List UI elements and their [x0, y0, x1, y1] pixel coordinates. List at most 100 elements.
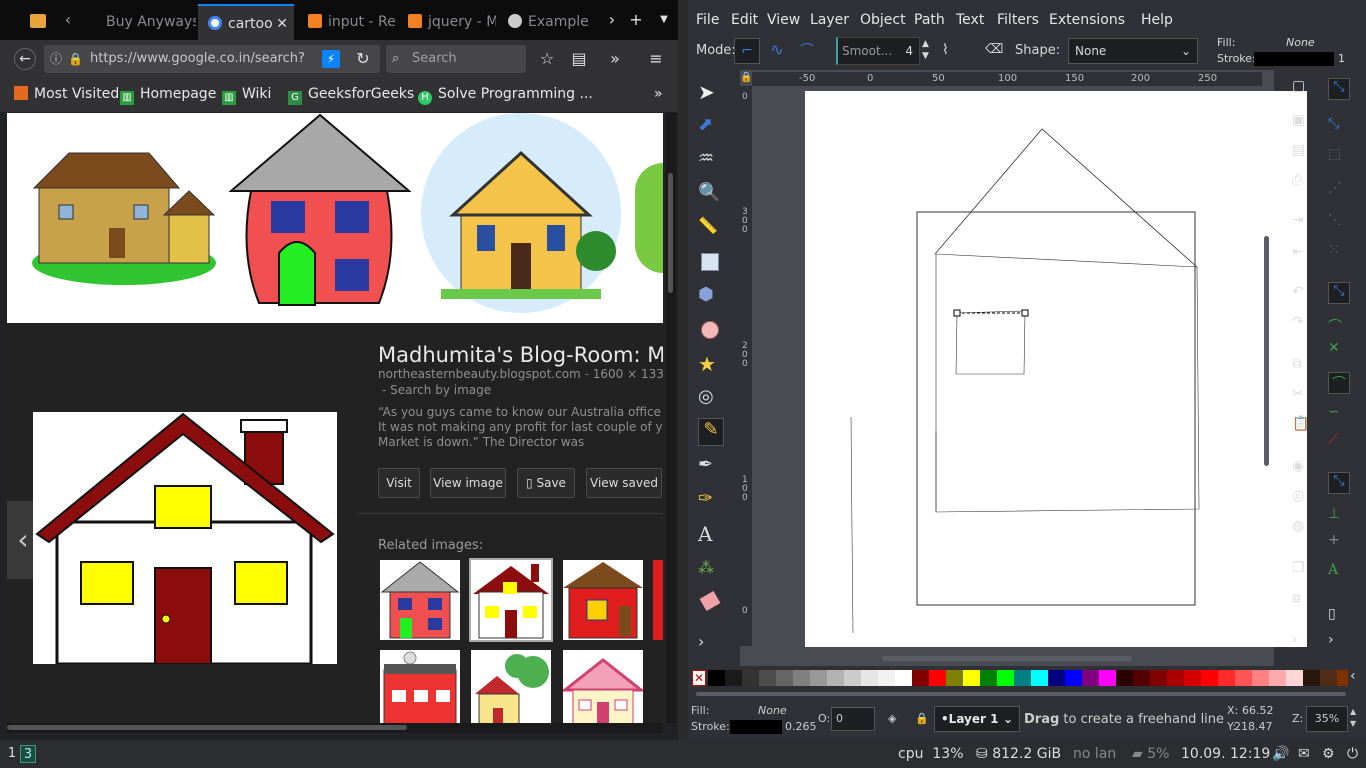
color-swatch[interactable] [1252, 670, 1269, 686]
freehand-line[interactable] [850, 416, 854, 634]
tab-cartoon[interactable]: cartoo ✕ [198, 4, 294, 40]
bookmark-solve-programming[interactable]: H Solve Programming ... [418, 86, 593, 105]
preview-image[interactable] [33, 412, 337, 666]
snap-midpoint-icon[interactable]: ⋱ [1328, 212, 1350, 234]
open-icon[interactable]: ▣ [1292, 112, 1314, 134]
vertical-scrollbar[interactable] [666, 113, 676, 723]
color-swatch[interactable] [844, 670, 861, 686]
opacity-input[interactable]: 0 [831, 707, 875, 731]
color-swatch[interactable] [1133, 670, 1150, 686]
related-image-4[interactable] [653, 560, 663, 640]
clear-x-icon[interactable]: ⌫ [985, 42, 1003, 57]
color-swatch[interactable] [1269, 670, 1286, 686]
bookmarks-overflow-icon[interactable]: » [654, 86, 663, 102]
node-handle[interactable] [953, 309, 961, 317]
menu-path[interactable]: Path [914, 12, 945, 28]
workspace-1[interactable]: 1 [4, 745, 20, 763]
color-swatch[interactable] [776, 670, 793, 686]
snap-nodes-icon[interactable]: ⤡ [1328, 282, 1350, 304]
no-paint-swatch[interactable]: ✕ [692, 670, 706, 686]
scroll-thumb[interactable] [1264, 236, 1269, 466]
scroll-thumb[interactable] [7, 725, 407, 730]
search-by-image-link[interactable]: - Search by image [382, 383, 491, 397]
commands-more-chevron-icon[interactable]: › [1292, 632, 1314, 654]
menu-filters[interactable]: Filters [997, 12, 1039, 28]
stroke-swatch[interactable] [730, 720, 782, 734]
related-image-3[interactable] [563, 560, 643, 640]
drawing-page[interactable] [805, 91, 1307, 647]
lock-guides-icon[interactable]: 🔒 [740, 72, 752, 86]
tab-input[interactable]: input - Re [298, 4, 396, 40]
color-swatch[interactable] [742, 670, 759, 686]
snap-toggle-icon[interactable]: ⤡ [1328, 78, 1350, 100]
hamburger-menu-icon[interactable]: ≡ [646, 49, 666, 69]
node-handle[interactable] [1021, 309, 1029, 317]
fill-value[interactable]: None [758, 704, 787, 717]
color-swatch[interactable] [1099, 670, 1116, 686]
canvas-area[interactable] [740, 70, 1307, 666]
paste-icon[interactable]: 📋 [1292, 416, 1314, 438]
rectangle-tool-icon[interactable] [698, 250, 722, 274]
color-swatch[interactable] [997, 670, 1014, 686]
overflow-chevron-icon[interactable]: » [606, 49, 624, 69]
3d-box-tool-icon[interactable]: ⬢ [698, 284, 722, 308]
result-image-2[interactable] [229, 113, 411, 313]
bookmark-most-visited[interactable]: Most Visited [14, 86, 119, 102]
smoothing-spinner-icon[interactable]: ▲ ▼ [922, 38, 929, 62]
color-swatch[interactable] [1218, 670, 1235, 686]
pen-tool-icon[interactable]: ✒ [698, 454, 722, 478]
color-swatch[interactable] [1065, 670, 1082, 686]
color-swatch[interactable] [1116, 670, 1133, 686]
related-image-2[interactable] [469, 558, 553, 642]
color-swatch[interactable] [861, 670, 878, 686]
clone-icon[interactable]: ⧈ [1292, 590, 1314, 612]
node-tool-icon[interactable]: ⬈ [698, 114, 722, 138]
snap-cusp-icon[interactable]: ⌒ [1328, 372, 1350, 394]
result-title[interactable]: Madhumita's Blog-Room: My [378, 343, 663, 367]
ellipse-tool-icon[interactable] [698, 318, 722, 342]
copy-icon[interactable]: ⧉ [1292, 356, 1314, 378]
power-icon[interactable]: ⏻ [1347, 746, 1358, 762]
horizontal-ruler[interactable]: -50 0 50 100 150 200 250 [752, 72, 1262, 86]
save-button[interactable]: ▯ Save [517, 468, 575, 498]
color-swatch[interactable] [1048, 670, 1065, 686]
color-swatch[interactable] [963, 670, 980, 686]
snap-path-icon[interactable]: ⌒ [1328, 316, 1350, 338]
scroll-thumb[interactable] [668, 173, 673, 293]
color-swatch[interactable] [1031, 670, 1048, 686]
menu-text[interactable]: Text [956, 12, 984, 28]
shape-select[interactable]: None ⌄ [1068, 38, 1198, 64]
color-swatch[interactable] [1082, 670, 1099, 686]
drawing-canvas[interactable] [805, 91, 1307, 647]
related-image-7[interactable] [563, 650, 643, 723]
outer-rectangle[interactable] [916, 211, 1196, 606]
color-swatch[interactable] [980, 670, 997, 686]
snap-bbox-corner-icon[interactable]: ⋰ [1328, 180, 1350, 202]
canvas-hscroll[interactable] [752, 654, 1262, 664]
canvas-vscroll[interactable] [1262, 86, 1272, 646]
vertical-ruler[interactable]: 0 3 0 0 2 0 0 1 0 0 0 [740, 86, 752, 646]
freehand-wall[interactable] [935, 253, 1200, 513]
mode-regular-bezier-button[interactable]: ⌐ [734, 38, 760, 64]
tab-buy-anyways[interactable]: Buy Anyways [96, 4, 196, 40]
search-input[interactable]: ⌕ Search [386, 45, 526, 73]
result-image-1[interactable] [29, 143, 219, 288]
menu-file[interactable]: File [696, 12, 719, 28]
color-swatch[interactable] [1286, 670, 1303, 686]
tabs-back-icon[interactable]: ‹ [60, 10, 76, 30]
snap-line-midpoint-icon[interactable]: ⟋ [1328, 432, 1350, 454]
color-swatch[interactable] [1150, 670, 1167, 686]
color-swatch[interactable] [946, 670, 963, 686]
bookmark-star-icon[interactable]: ☆ [538, 49, 556, 69]
color-swatch[interactable] [1337, 670, 1348, 686]
horizontal-scrollbar[interactable] [7, 723, 663, 733]
redo-icon[interactable]: ↷ [1292, 314, 1314, 336]
new-document-icon[interactable]: ▢ [1292, 78, 1314, 100]
hide-layer-eye-icon[interactable]: ◈ [888, 712, 896, 725]
app-menu-icon[interactable] [30, 14, 46, 28]
snap-rotation-center-icon[interactable]: + [1328, 532, 1350, 554]
palette-menu-icon[interactable]: ‹ [1350, 668, 1356, 684]
color-swatch[interactable] [759, 670, 776, 686]
result-image-3[interactable] [421, 113, 631, 313]
color-swatch[interactable] [1320, 670, 1337, 686]
